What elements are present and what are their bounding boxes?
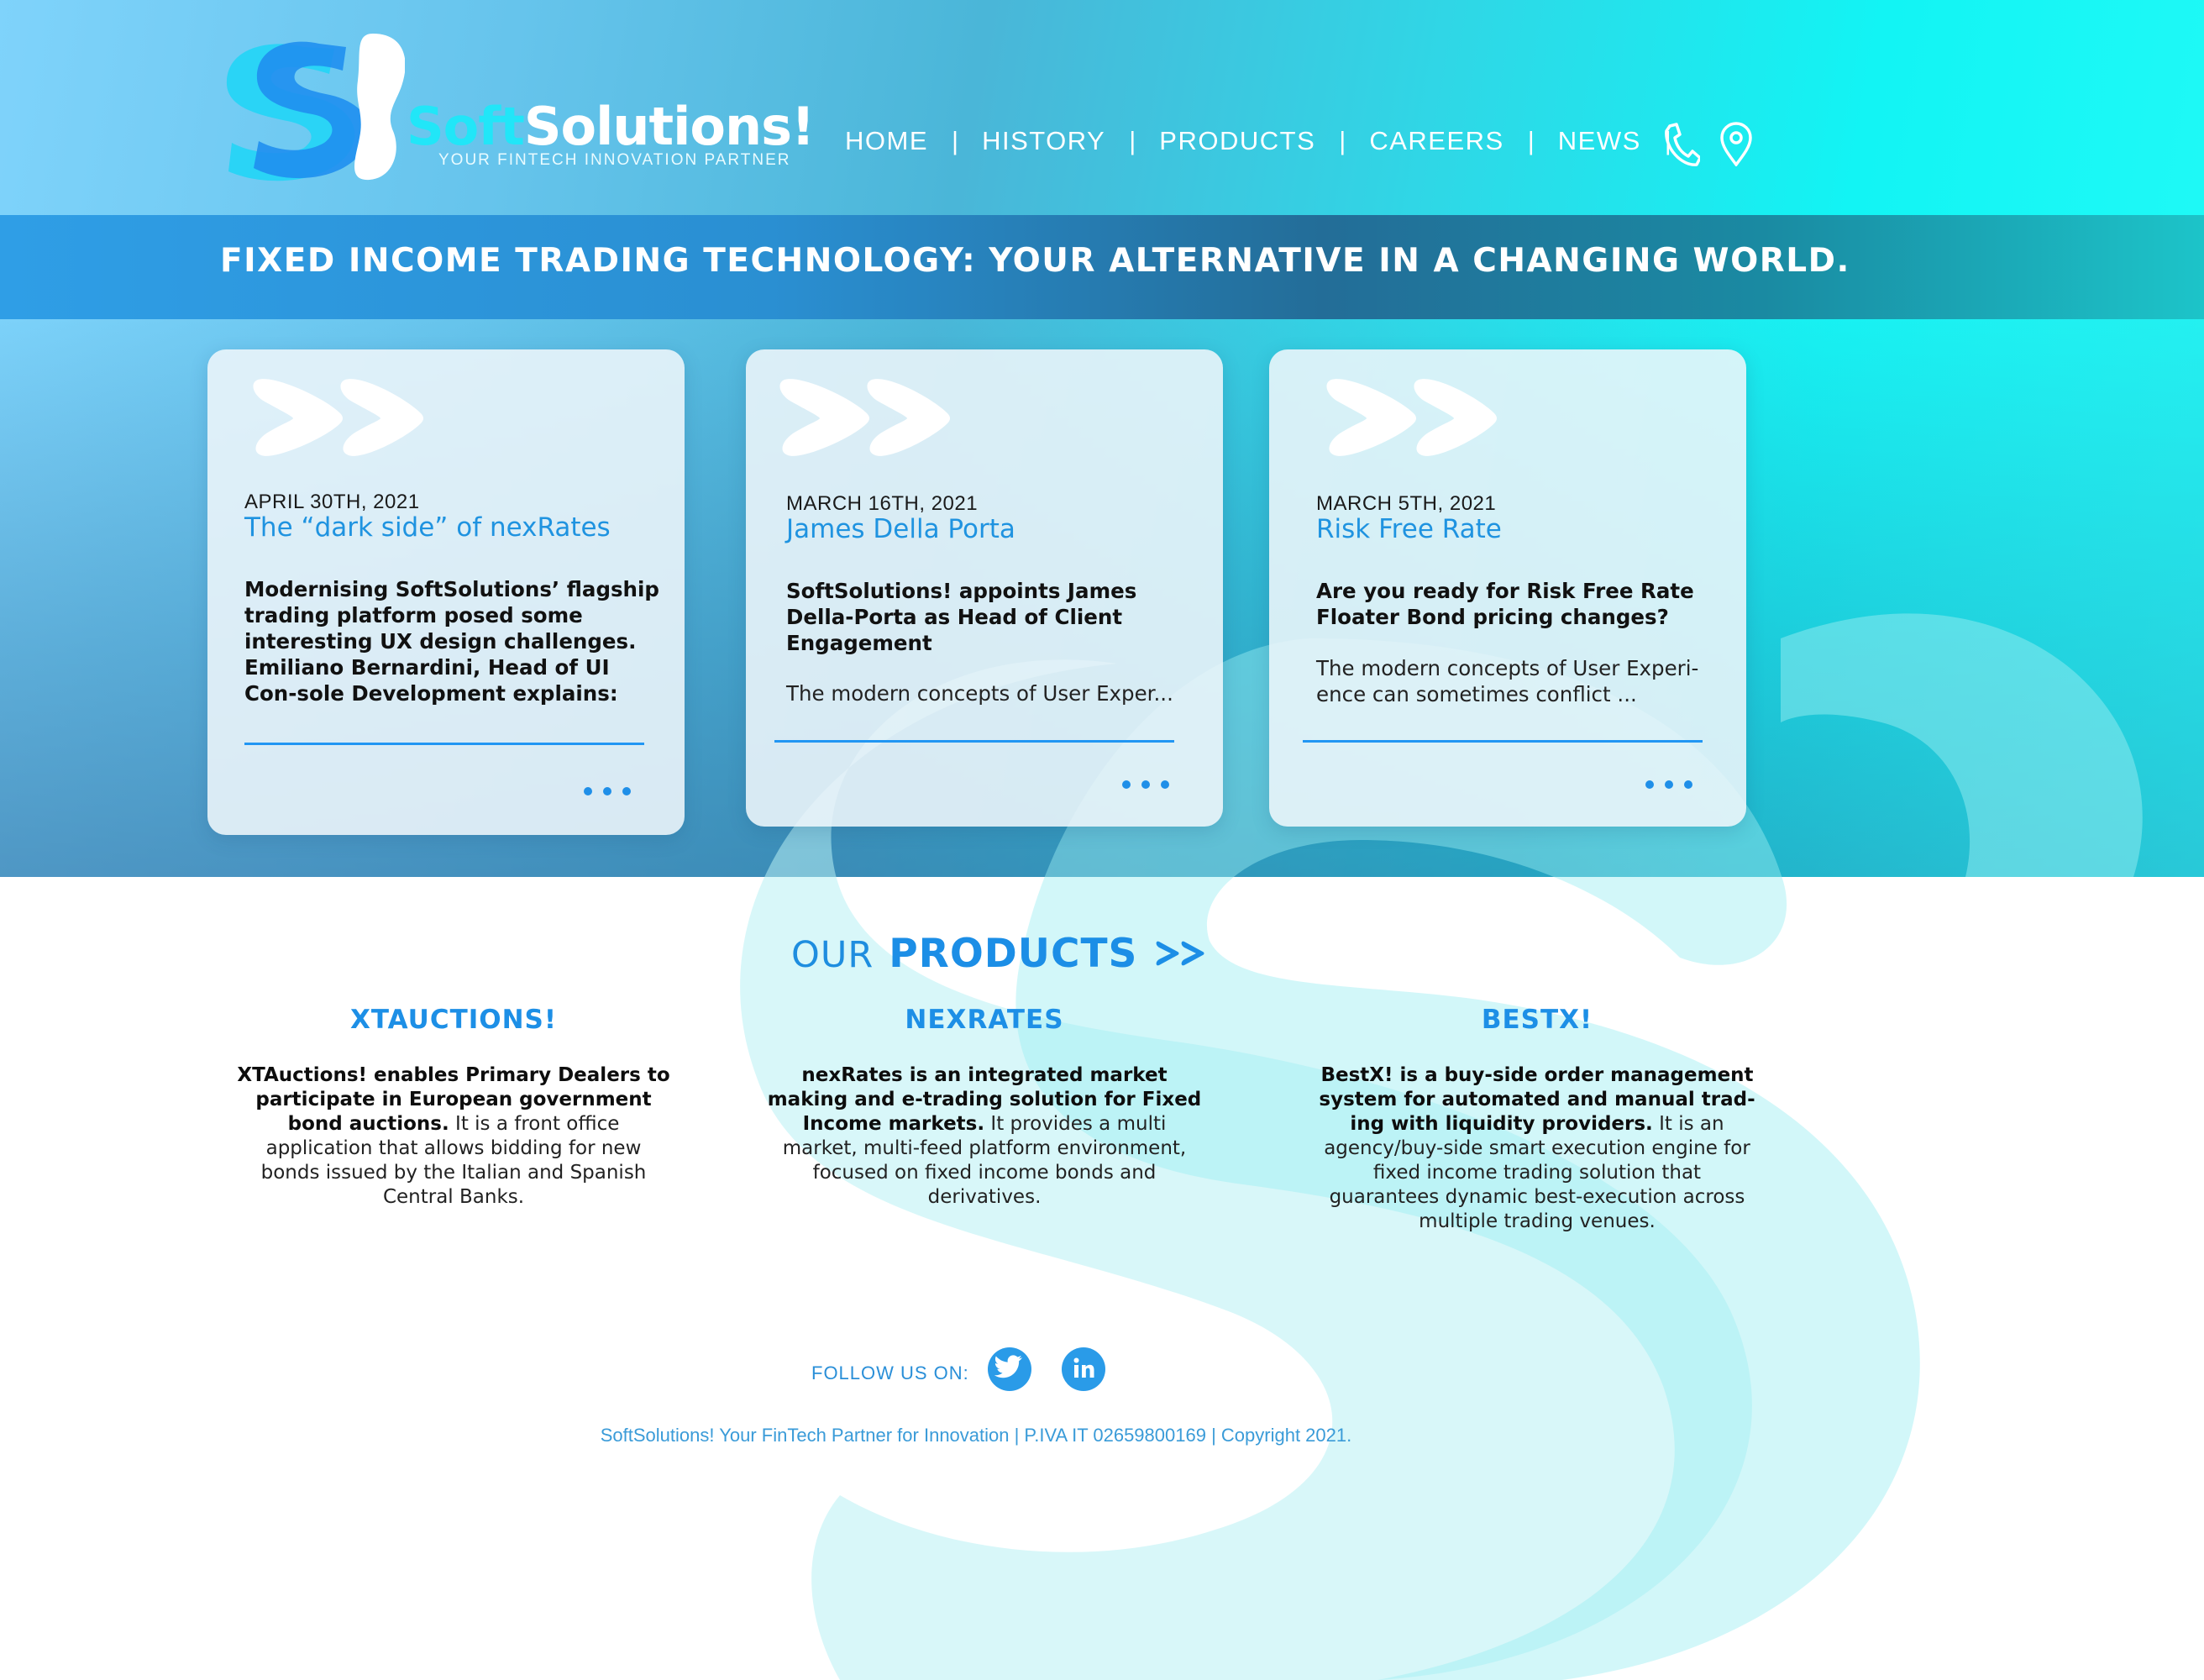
- linkedin-icon[interactable]: [1062, 1347, 1105, 1391]
- news-title[interactable]: The “dark side” of nexRates: [244, 512, 611, 543]
- news-lead: Modernising SoftSolutions’ flagship trad…: [244, 577, 659, 706]
- softsolutions-s-logo: [226, 34, 405, 181]
- more-dots-button[interactable]: [1122, 780, 1169, 790]
- brand-tagline: YOUR FINTECH INNOVATION PARTNER: [438, 151, 791, 169]
- product-xtauctions[interactable]: XTAUCTIONS! XTAuctions! enables Primary …: [235, 1005, 672, 1210]
- product-name[interactable]: NEXRATES: [766, 1005, 1203, 1042]
- product-description: XTAuctions! enables Primary Dealers to p…: [235, 1063, 672, 1210]
- news-lead: Are you ready for Risk Free Rate Floater…: [1316, 579, 1694, 629]
- double-chevron-icon: [253, 379, 423, 456]
- main-nav: HOME | HISTORY | PRODUCTS | CAREERS | NE…: [845, 123, 1695, 160]
- product-description: BestX! is a buy-side order management sy…: [1319, 1063, 1755, 1234]
- double-chevron-icon: [1157, 941, 1204, 966]
- news-excerpt: The modern concepts of User Experi-ence …: [1316, 656, 1699, 706]
- location-pin-icon[interactable]: [1717, 121, 1755, 166]
- product-nexrates[interactable]: NEXRATES nexRates is an integrated marke…: [766, 1005, 1203, 1210]
- news-date: MARCH 5TH, 2021: [1316, 492, 1497, 515]
- product-bestx[interactable]: BESTX! BestX! is a buy-side order manage…: [1319, 1005, 1755, 1234]
- double-chevron-icon: [779, 379, 950, 456]
- nav-separator: |: [1527, 126, 1535, 155]
- news-excerpt: The modern concepts of User Exper...: [786, 681, 1173, 706]
- products-heading: OUR PRODUCTS: [791, 931, 1210, 981]
- product-name[interactable]: BESTX!: [1319, 1005, 1755, 1042]
- nav-separator: |: [952, 126, 959, 155]
- card-divider: [1303, 740, 1703, 743]
- nav-careers[interactable]: CAREERS: [1369, 126, 1503, 156]
- more-dots-button[interactable]: [1645, 780, 1692, 790]
- products-heading-our: OUR: [791, 934, 874, 976]
- nav-history[interactable]: HISTORY: [982, 126, 1105, 156]
- news-title[interactable]: Risk Free Rate: [1316, 514, 1502, 544]
- news-date: MARCH 16TH, 2021: [786, 492, 979, 515]
- copyright-text: SoftSolutions! Your FinTech Partner for …: [600, 1425, 1352, 1446]
- brand-name-soft: Soft: [407, 96, 525, 157]
- news-lead: SoftSolutions! appoints James Della-Port…: [786, 579, 1137, 655]
- card-divider: [244, 743, 644, 745]
- phone-icon[interactable]: [1661, 121, 1700, 166]
- brand-logo[interactable]: SoftSolutions! YOUR FINTECH INNOVATION P…: [220, 30, 833, 181]
- nav-separator: |: [1129, 126, 1136, 155]
- more-dots-button[interactable]: [584, 786, 631, 796]
- product-name[interactable]: XTAUCTIONS!: [235, 1005, 672, 1042]
- news-date: APRIL 30TH, 2021: [244, 491, 420, 513]
- follow-us-label: FOLLOW US ON:: [811, 1362, 969, 1383]
- twitter-icon[interactable]: [988, 1347, 1031, 1391]
- nav-home[interactable]: HOME: [845, 126, 928, 156]
- product-description: nexRates is an integrated market making …: [766, 1063, 1203, 1210]
- nav-separator: |: [1339, 126, 1346, 155]
- news-card[interactable]: APRIL 30TH, 2021 The “dark side” of nexR…: [207, 349, 685, 835]
- news-card[interactable]: MARCH 16TH, 2021 James Della Porta SoftS…: [746, 349, 1223, 827]
- headline-text: FIXED INCOME TRADING TECHNOLOGY: YOUR AL…: [220, 242, 1850, 280]
- news-card[interactable]: MARCH 5TH, 2021 Risk Free Rate Are you r…: [1269, 349, 1746, 827]
- news-title[interactable]: James Della Porta: [786, 514, 1015, 544]
- nav-news[interactable]: NEWS: [1558, 126, 1641, 156]
- nav-products[interactable]: PRODUCTS: [1159, 126, 1315, 156]
- products-heading-products: PRODUCTS: [889, 931, 1138, 977]
- card-divider: [774, 740, 1174, 743]
- brand-name-solutions: Solutions!: [523, 96, 815, 157]
- double-chevron-icon: [1326, 379, 1497, 456]
